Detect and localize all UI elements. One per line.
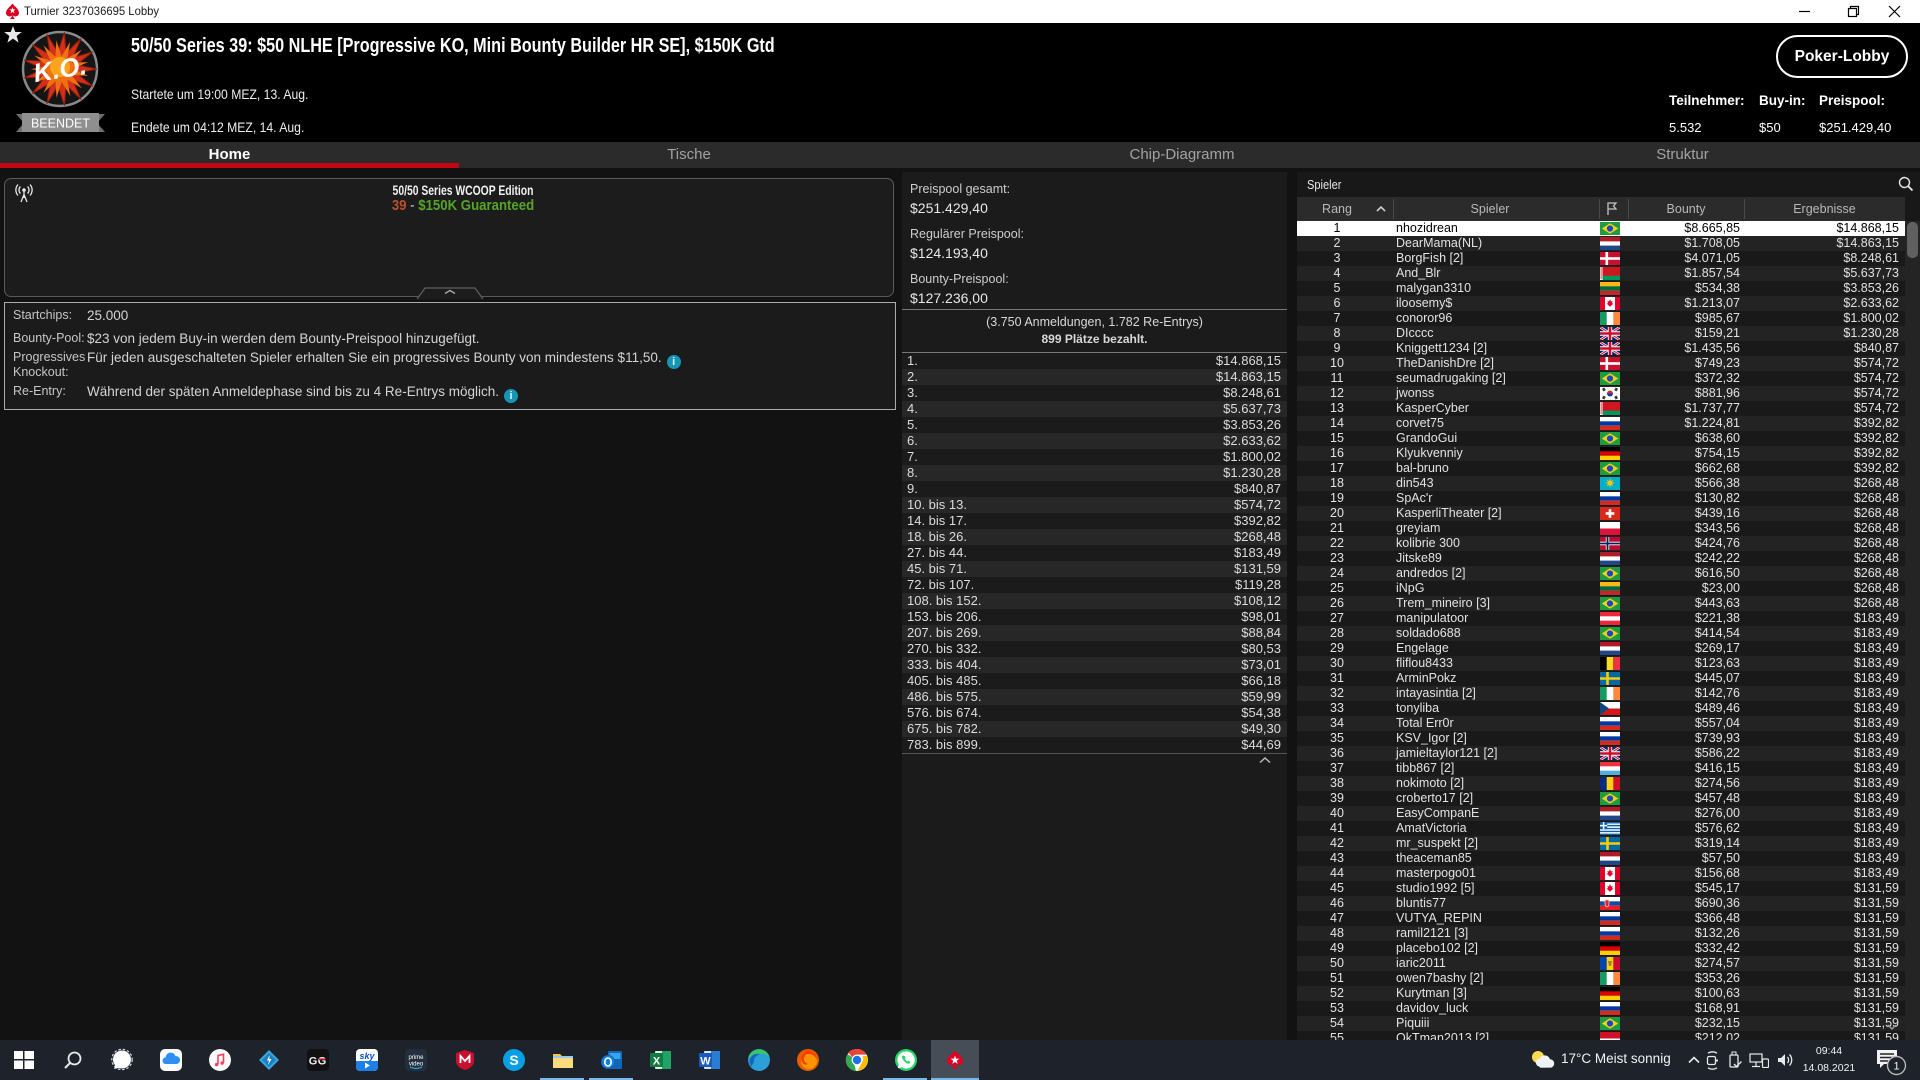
svg-text:W: W xyxy=(700,1056,711,1068)
svg-text:BEENDET: BEENDET xyxy=(31,117,90,131)
svg-text:G: G xyxy=(309,1056,318,1068)
svg-text:1: 1 xyxy=(1893,1061,1899,1073)
svg-text:G: G xyxy=(318,1056,327,1068)
svg-text:prime: prime xyxy=(408,1055,424,1061)
svg-text:S: S xyxy=(509,1052,518,1068)
svg-text:X: X xyxy=(653,1056,661,1068)
svg-text:sky: sky xyxy=(359,1051,375,1061)
